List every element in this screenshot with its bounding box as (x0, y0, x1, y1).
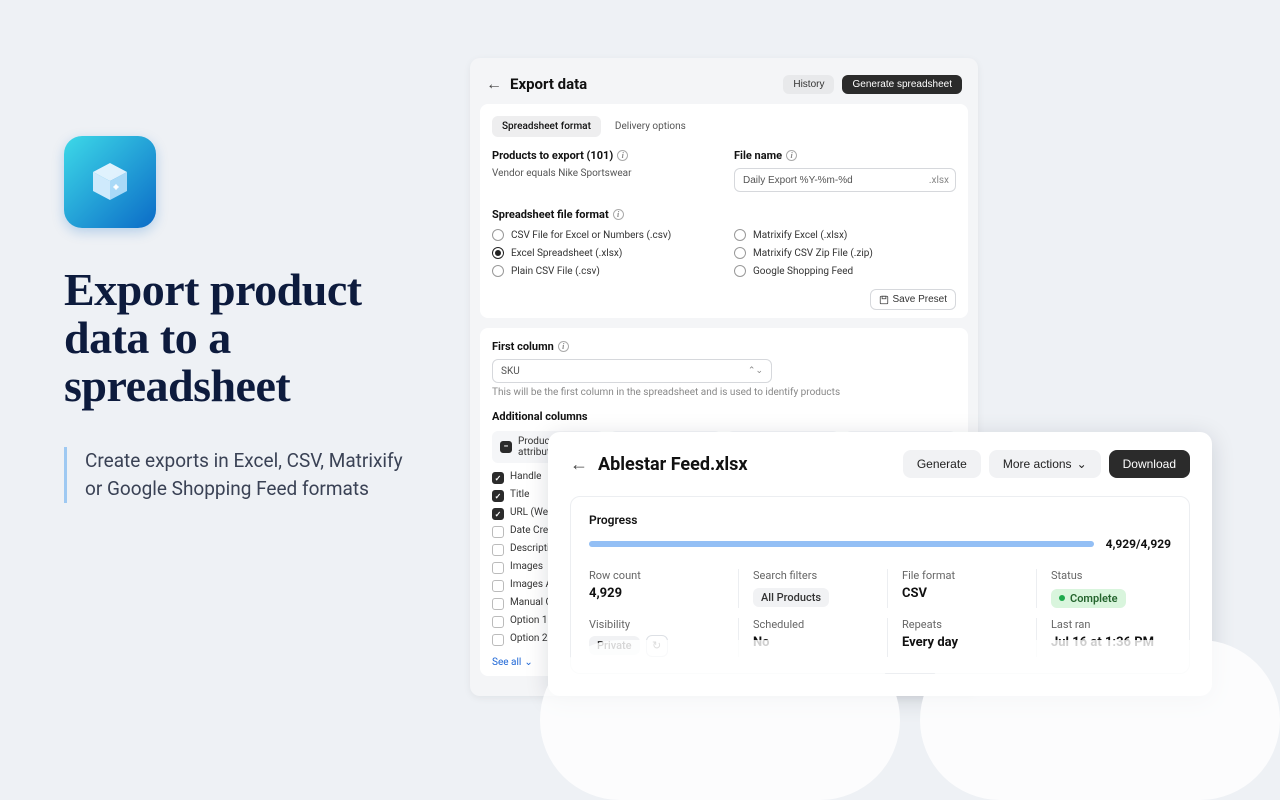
filename-label: File name i (734, 149, 956, 162)
tab-delivery-options[interactable]: Delivery options (605, 116, 696, 137)
first-column-select[interactable]: SKU ⌃⌄ (492, 359, 772, 383)
promo-headline: Export product data to a spreadsheet (64, 266, 404, 409)
format-matrixify-xlsx[interactable]: Matrixify Excel (.xlsx) (734, 229, 956, 241)
promo-subtext: Create exports in Excel, CSV, Matrixify … (64, 447, 404, 502)
info-icon[interactable]: i (786, 150, 797, 161)
filename-input-wrap[interactable]: .xlsx (734, 168, 956, 192)
progress-text: 4,929/4,929 (1106, 537, 1171, 551)
chevron-down-icon: ⌄ (524, 657, 532, 668)
more-actions-button[interactable]: More actions⌄ (989, 450, 1101, 478)
filter-description: Vendor equals Nike Sportswear (492, 168, 714, 179)
feed-title: Ablestar Feed.xlsx (598, 454, 893, 475)
export-title: Export data (510, 75, 775, 93)
updown-icon: ⌃⌄ (748, 367, 763, 376)
decorative-shape (540, 640, 900, 800)
products-to-export-label: Products to export (101) i (492, 149, 714, 162)
format-plain-csv[interactable]: Plain CSV File (.csv) (492, 265, 714, 277)
progress-label: Progress (589, 513, 1171, 527)
metric-status: Status Complete (1036, 569, 1171, 608)
save-preset-button[interactable]: Save Preset (870, 289, 956, 310)
app-icon (64, 136, 156, 228)
format-label: Spreadsheet file format i (492, 208, 956, 221)
back-arrow-icon[interactable]: ← (486, 74, 502, 94)
info-icon[interactable]: i (617, 150, 628, 161)
decorative-shape (920, 640, 1280, 800)
download-button[interactable]: Download (1109, 450, 1190, 478)
generate-button[interactable]: Generate (903, 450, 981, 478)
progress-bar (589, 541, 1094, 547)
additional-columns-label: Additional columns (492, 410, 956, 423)
cube-icon (85, 157, 135, 207)
metric-search-filters: Search filters All Products (738, 569, 873, 608)
first-column-helper: This will be the first column in the spr… (492, 387, 956, 398)
first-column-label: First column i (492, 340, 956, 353)
info-icon[interactable]: i (558, 341, 569, 352)
history-button[interactable]: History (783, 75, 834, 94)
metric-row-count: Row count 4,929 (589, 569, 724, 608)
save-icon (879, 295, 889, 305)
format-xlsx[interactable]: Excel Spreadsheet (.xlsx) (492, 247, 714, 259)
status-dot-icon (1059, 595, 1065, 601)
filename-input[interactable] (743, 175, 929, 186)
format-csv-excel[interactable]: CSV File for Excel or Numbers (.csv) (492, 229, 714, 241)
tab-spreadsheet-format[interactable]: Spreadsheet format (492, 116, 601, 137)
format-google-feed[interactable]: Google Shopping Feed (734, 265, 956, 277)
back-arrow-icon[interactable]: ← (570, 454, 588, 475)
metric-file-format: File format CSV (887, 569, 1022, 608)
generate-spreadsheet-button[interactable]: Generate spreadsheet (842, 75, 962, 94)
chevron-down-icon: ⌄ (1077, 457, 1087, 471)
filename-ext: .xlsx (929, 175, 949, 186)
promo-panel: Export product data to a spreadsheet Cre… (64, 136, 404, 503)
format-matrixify-zip[interactable]: Matrixify CSV Zip File (.zip) (734, 247, 956, 259)
info-icon[interactable]: i (613, 209, 624, 220)
